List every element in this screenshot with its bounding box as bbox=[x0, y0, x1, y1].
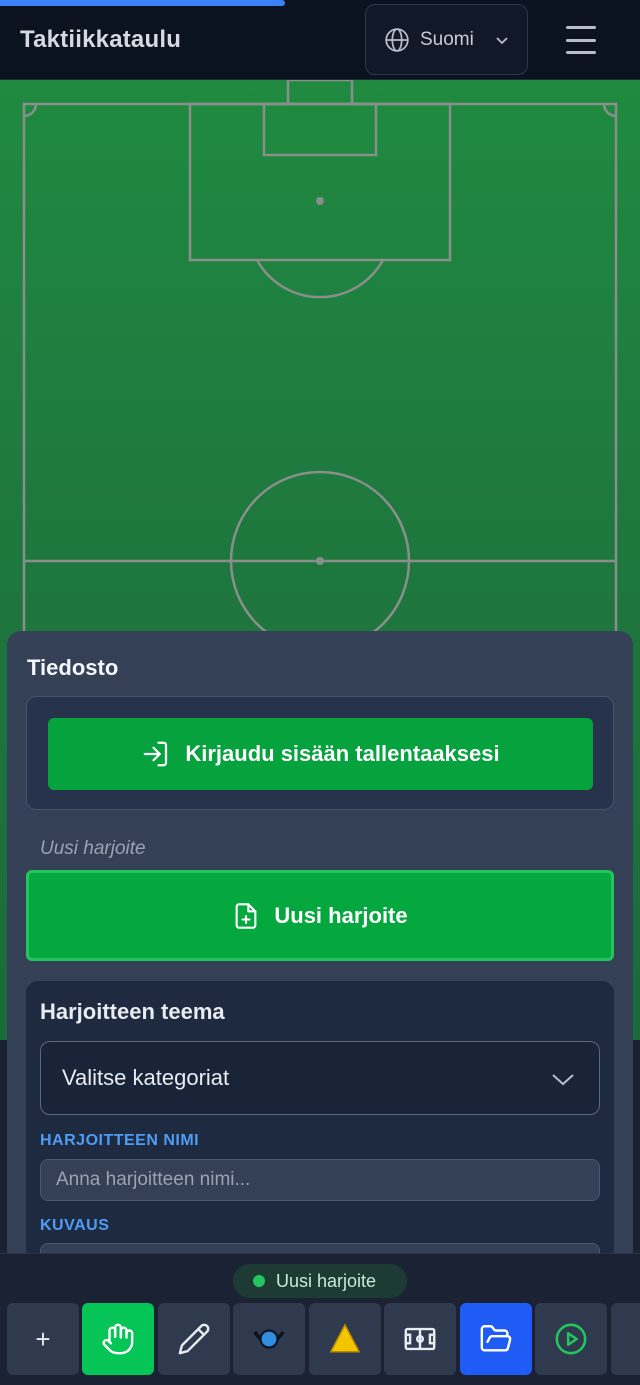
menu-line bbox=[566, 38, 596, 42]
player-tool-button[interactable] bbox=[233, 1303, 305, 1375]
new-exercise-button-label: Uusi harjoite bbox=[274, 902, 408, 928]
panel-title: Tiedosto bbox=[27, 655, 119, 680]
category-select[interactable]: Valitse kategoriat bbox=[40, 1041, 600, 1115]
category-select-value: Valitse kategoriat bbox=[62, 1065, 230, 1090]
add-icon: + bbox=[35, 1323, 51, 1354]
pitch-icon bbox=[404, 1327, 436, 1351]
hand-icon bbox=[102, 1323, 134, 1355]
language-label: Suomi bbox=[420, 28, 474, 50]
exercise-name-label: HARJOITTEEN NIMI bbox=[40, 1132, 200, 1149]
status-text: Uusi harjoite bbox=[276, 1270, 377, 1291]
language-selector[interactable]: Suomi bbox=[365, 4, 528, 75]
file-plus-icon bbox=[235, 902, 257, 929]
chevron-down-icon bbox=[496, 36, 508, 44]
bottom-toolbar: Uusi harjoite + bbox=[0, 1253, 640, 1385]
menu-line bbox=[566, 51, 596, 54]
pencil-icon bbox=[178, 1323, 210, 1355]
cone-icon bbox=[329, 1323, 361, 1353]
more-tools-button[interactable] bbox=[611, 1303, 640, 1375]
player-icon bbox=[253, 1329, 285, 1349]
loading-progress-bar bbox=[0, 0, 285, 6]
hand-tool-button[interactable] bbox=[82, 1303, 154, 1375]
status-dot bbox=[253, 1275, 265, 1287]
chevron-down-icon bbox=[552, 1074, 574, 1086]
files-tool-button[interactable] bbox=[460, 1303, 532, 1375]
pitch-tool-button[interactable] bbox=[384, 1303, 456, 1375]
theme-title: Harjoitteen teema bbox=[40, 999, 225, 1024]
pencil-tool-button[interactable] bbox=[158, 1303, 230, 1375]
menu-line bbox=[566, 26, 596, 29]
add-button[interactable]: + bbox=[7, 1303, 79, 1375]
hamburger-menu-button[interactable] bbox=[560, 22, 602, 58]
play-icon bbox=[555, 1323, 587, 1355]
app-header: Taktiikkataulu Suomi bbox=[0, 0, 640, 80]
cone-tool-button[interactable] bbox=[309, 1303, 381, 1375]
login-card: Kirjaudu sisään tallentaaksesi bbox=[26, 696, 614, 810]
login-icon bbox=[143, 741, 168, 767]
file-panel: Tiedosto Kirjaudu sisään tallentaaksesi … bbox=[7, 631, 633, 1283]
exercise-name-input[interactable] bbox=[40, 1159, 600, 1201]
app-title: Taktiikkataulu bbox=[20, 26, 182, 53]
login-button[interactable]: Kirjaudu sisään tallentaaksesi bbox=[48, 718, 593, 790]
status-badge: Uusi harjoite bbox=[233, 1264, 407, 1298]
folder-open-icon bbox=[480, 1325, 512, 1352]
exercise-theme-card: Harjoitteen teema Valitse kategoriat HAR… bbox=[26, 981, 614, 1283]
description-label: KUVAUS bbox=[40, 1217, 110, 1234]
globe-icon bbox=[385, 27, 409, 52]
login-button-label: Kirjaudu sisään tallentaaksesi bbox=[185, 741, 500, 766]
new-exercise-section-label: Uusi harjoite bbox=[40, 838, 146, 859]
play-tool-button[interactable] bbox=[535, 1303, 607, 1375]
new-exercise-button[interactable]: Uusi harjoite bbox=[26, 870, 614, 961]
